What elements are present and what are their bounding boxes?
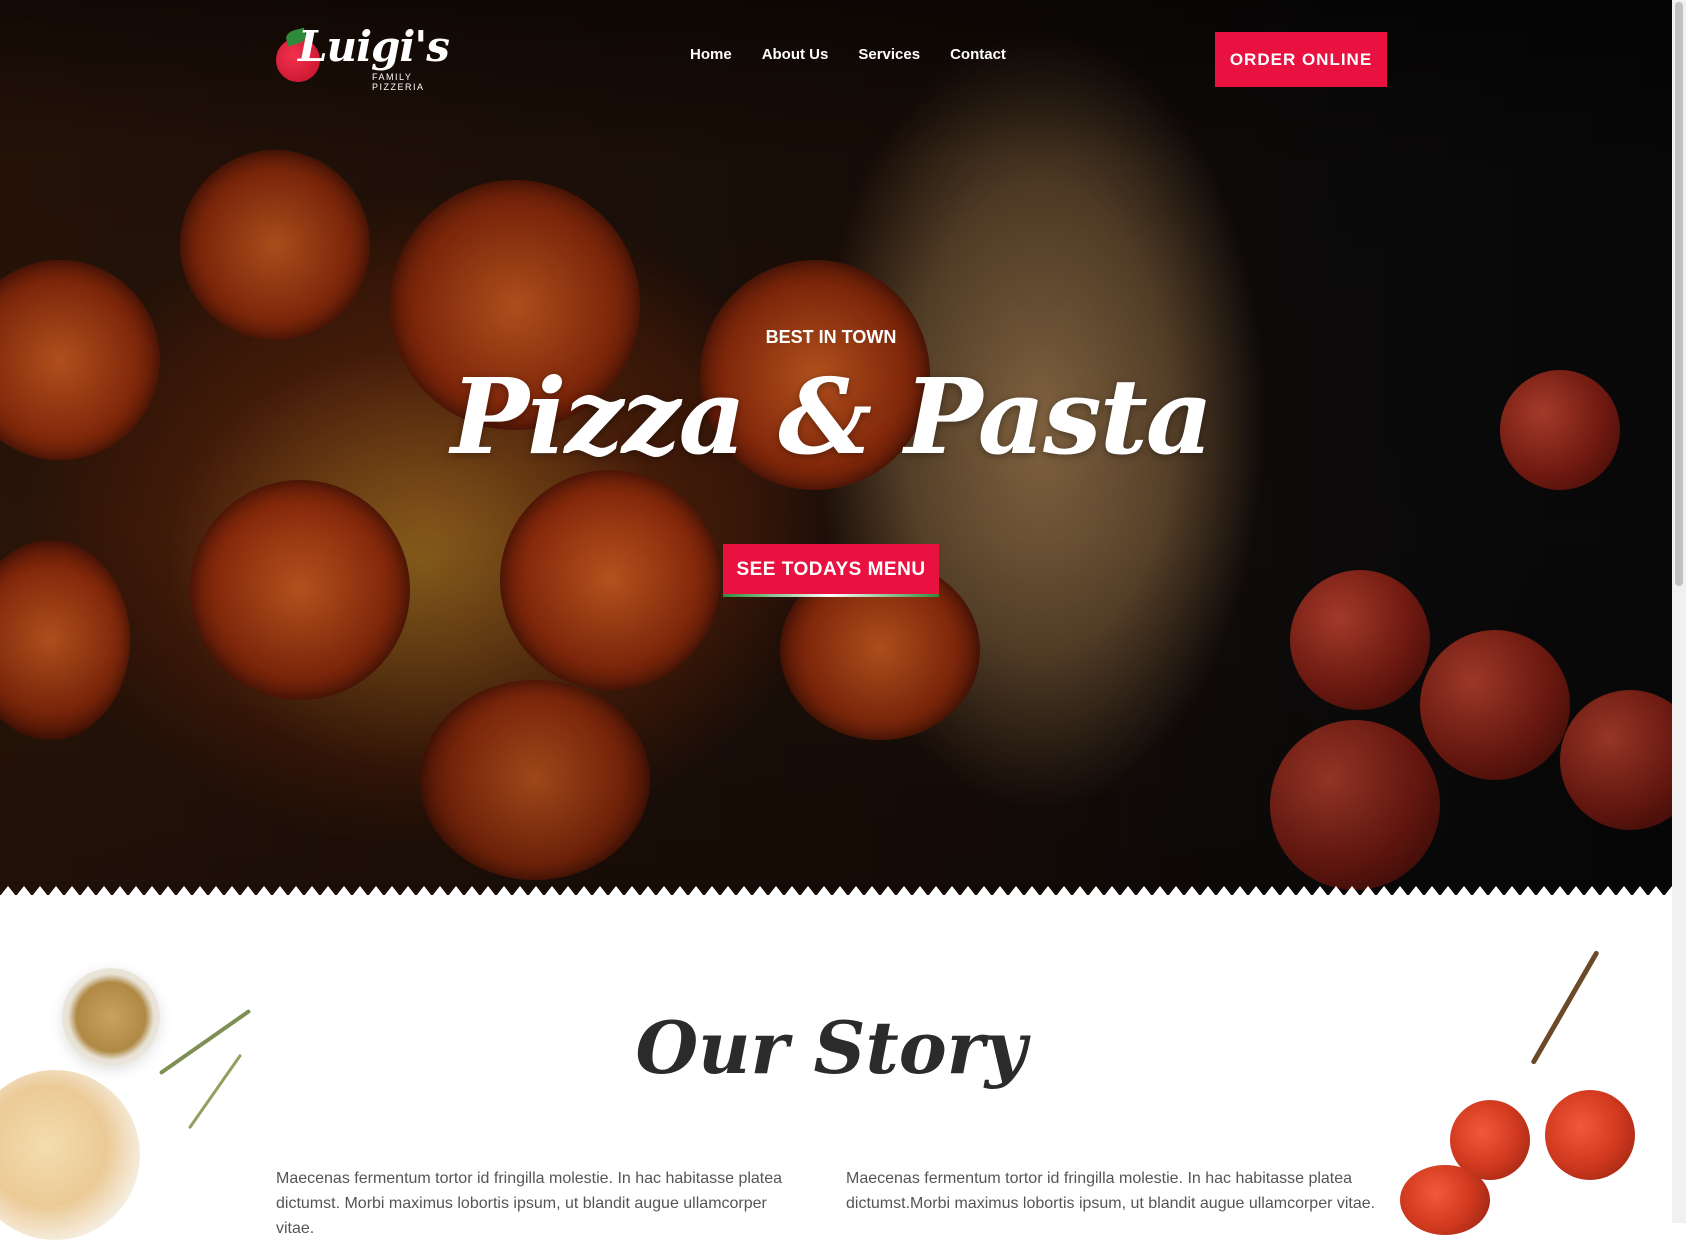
nav-services[interactable]: Services bbox=[858, 46, 920, 63]
see-todays-menu-button[interactable]: SEE TODAYS MENU bbox=[723, 544, 939, 596]
roasted-tomato-image bbox=[1400, 1165, 1490, 1235]
story-paragraph-left: Maecenas fermentum tortor id fringilla m… bbox=[276, 1170, 783, 1237]
story-title: Our Story bbox=[635, 1005, 1027, 1090]
page-scrollbar[interactable] bbox=[1672, 0, 1686, 1223]
zigzag-divider-bottom bbox=[0, 886, 1672, 895]
nav-about-us[interactable]: About Us bbox=[762, 46, 829, 63]
nav-home[interactable]: Home bbox=[690, 46, 732, 63]
site-logo[interactable]: Luigi's FAMILY PIZZERIA bbox=[276, 22, 466, 92]
story-paragraph-right: Maecenas fermentum tortor id fringilla m… bbox=[846, 1170, 1376, 1212]
hero-kicker: BEST IN TOWN bbox=[765, 327, 897, 347]
nav-contact[interactable]: Contact bbox=[950, 46, 1006, 63]
logo-subtitle: FAMILY PIZZERIA bbox=[372, 72, 425, 92]
logo-name: Luigi's bbox=[298, 22, 450, 71]
pasta-jar-image bbox=[0, 1070, 140, 1240]
zigzag-divider-top bbox=[0, 106, 1672, 120]
roasted-tomato-image bbox=[1545, 1090, 1635, 1180]
main-navigation: Home About Us Services Contact bbox=[690, 46, 1006, 63]
order-online-button[interactable]: ORDER ONLINE bbox=[1215, 32, 1387, 87]
scrollbar-thumb[interactable] bbox=[1675, 2, 1683, 586]
hero-headline: Pizza & Pasta bbox=[450, 355, 1213, 478]
menu-button-underline bbox=[723, 594, 939, 597]
